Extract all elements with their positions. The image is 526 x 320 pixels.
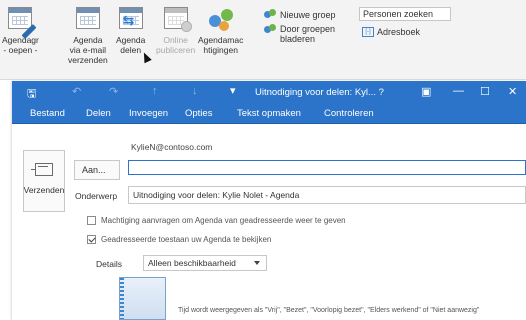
customize-toolbar-icon[interactable]: ▾ — [230, 84, 236, 97]
tab-delen[interactable]: Delen — [86, 108, 111, 119]
tab-opties[interactable]: Opties — [185, 108, 212, 119]
new-group-button[interactable]: Nieuwe groep — [264, 9, 336, 20]
open-calendar-label: Agendagr - oepen - — [2, 35, 39, 55]
menu-bar: Bestand Delen Invoegen Opties Tekst opma… — [12, 103, 526, 124]
send-label: Verzenden — [23, 185, 65, 195]
send-button[interactable]: Verzenden — [23, 150, 65, 212]
redo-icon[interactable]: ↷ — [109, 85, 118, 98]
tab-tekst-opmaken[interactable]: Tekst opmaken — [237, 108, 301, 119]
email-calendar-button[interactable]: Agenda via e-mail verzenden — [68, 4, 108, 65]
request-permission-option[interactable]: Machtiging aanvragen om Agenda van geadr… — [87, 216, 346, 225]
email-calendar-label: Agenda via e-mail verzenden — [68, 35, 108, 65]
message-body: Verzenden KylieN@contoso.com Aan... Onde… — [12, 124, 526, 320]
close-icon[interactable]: ✕ — [508, 85, 517, 98]
details-label: Details — [96, 259, 122, 269]
from-address: KylieN@contoso.com — [131, 142, 213, 152]
calendar-email-icon — [74, 4, 102, 32]
publish-online-button[interactable]: Online publiceren — [156, 4, 195, 55]
open-calendar-button[interactable]: Agendagr - oepen - — [2, 4, 39, 55]
browse-groups-label: Door groepen bladeren — [280, 24, 336, 44]
request-permission-label: Machtiging aanvragen om Agenda van geadr… — [101, 216, 346, 225]
details-selected-value: Alleen beschikbaarheid — [148, 258, 236, 268]
calendar-ribbon: Agendagr - oepen - Agenda via e-mail ver… — [0, 0, 526, 80]
share-calendar-button[interactable]: ⇆ Agenda delen — [116, 4, 145, 55]
to-button[interactable]: Aan... — [74, 160, 120, 180]
title-bar: 🖫 ↶ ↷ ↑ ↓ ▾ Uitnodiging voor delen: Kyl.… — [12, 81, 526, 103]
subject-label: Onderwerp — [75, 191, 118, 201]
request-permission-checkbox[interactable] — [87, 216, 96, 225]
address-book-button[interactable]: [-] Adresboek — [362, 27, 420, 37]
to-input[interactable] — [128, 160, 526, 175]
people-icon — [207, 4, 235, 32]
calendar-publish-icon — [162, 4, 192, 32]
tab-controleren[interactable]: Controleren — [324, 108, 374, 119]
ribbon-display-icon[interactable]: ▣ — [421, 85, 431, 98]
minimize-icon[interactable]: — — [453, 85, 464, 97]
calendar-edit-icon — [6, 4, 37, 39]
share-calendar-label: Agenda delen — [116, 35, 146, 55]
calendar-share-icon: ⇆ — [117, 4, 145, 32]
calendar-permissions-button[interactable]: Agendamac htigingen — [198, 4, 243, 55]
calendar-preview-image — [119, 277, 166, 320]
up-arrow-icon[interactable]: ↑ — [152, 85, 158, 97]
allow-view-label: Geadresseerde toestaan uw Agenda te beki… — [101, 235, 272, 244]
down-arrow-icon[interactable]: ↓ — [192, 85, 198, 97]
address-book-icon: [-] — [362, 27, 374, 37]
details-dropdown[interactable]: Alleen beschikbaarheid — [143, 255, 267, 271]
send-icon — [31, 163, 53, 176]
subject-input[interactable]: Uitnodiging voor delen: Kylie Nolet - Ag… — [128, 186, 526, 204]
group-icon — [264, 9, 277, 20]
mouse-cursor-icon — [140, 50, 152, 64]
browse-groups-icon — [264, 24, 277, 35]
allow-view-checkbox[interactable] — [87, 235, 96, 244]
calendar-permissions-label: Agendamac htigingen — [198, 35, 244, 55]
browse-groups-button[interactable]: Door groepen bladeren — [264, 24, 335, 44]
window-title: Uitnodiging voor delen: Kyl... ? — [255, 87, 384, 98]
save-icon[interactable]: 🖫 — [27, 85, 36, 104]
address-book-label: Adresboek — [377, 27, 421, 37]
new-group-label: Nieuwe groep — [280, 9, 336, 20]
sharing-invitation-window: 🖫 ↶ ↷ ↑ ↓ ▾ Uitnodiging voor delen: Kyl.… — [12, 81, 526, 320]
publish-online-label: Online publiceren — [156, 35, 196, 55]
chevron-down-icon — [254, 261, 260, 265]
maximize-icon[interactable]: ☐ — [480, 85, 490, 98]
tab-bestand[interactable]: Bestand — [30, 108, 65, 119]
allow-view-option[interactable]: Geadresseerde toestaan uw Agenda te beki… — [87, 235, 271, 244]
undo-icon[interactable]: ↶ — [72, 85, 81, 98]
tab-invoegen[interactable]: Invoegen — [129, 108, 168, 119]
search-people-input[interactable]: Personen zoeken — [359, 7, 451, 21]
details-description: Tijd wordt weergegeven als "Vrij", "Beze… — [178, 307, 480, 314]
